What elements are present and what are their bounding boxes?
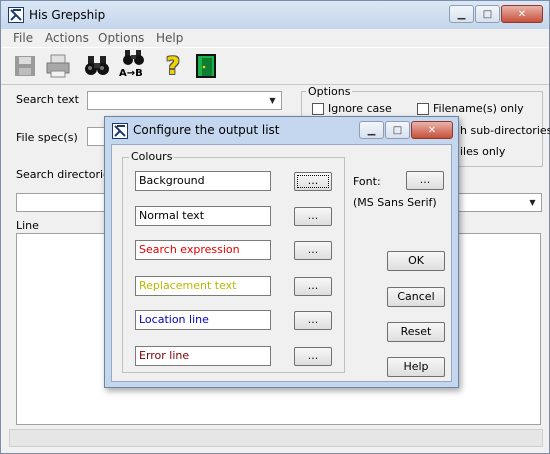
exit-icon <box>196 54 216 78</box>
font-label: Font: <box>353 175 381 188</box>
maximize-icon: □ <box>392 124 403 136</box>
help-icon: ? <box>166 52 180 80</box>
ok-button[interactable]: OK <box>387 251 445 271</box>
colour-swatch: Search expression <box>135 240 271 260</box>
menu-actions[interactable]: Actions <box>45 29 89 47</box>
options-group-title: Options <box>306 85 353 98</box>
colour-pick-button[interactable]: ... <box>294 347 332 366</box>
find-icon <box>85 56 109 75</box>
colour-swatch: Background <box>135 171 271 191</box>
search-text-label: Search text <box>16 93 79 106</box>
dialog-maximize-button[interactable]: □ <box>385 121 410 139</box>
menu-options[interactable]: Options <box>98 29 144 47</box>
save-icon <box>15 56 35 76</box>
menu-bar: File Actions Options Help <box>1 29 549 47</box>
files-only-label: iles only <box>460 145 506 158</box>
colour-swatch: Replacement text <box>135 276 271 296</box>
menu-help[interactable]: Help <box>156 29 183 47</box>
minimize-button[interactable]: ▁ <box>449 5 474 23</box>
dialog-title: Configure the output list <box>133 123 280 137</box>
font-select-button[interactable]: ... <box>406 171 444 190</box>
colour-pick-button[interactable]: ... <box>294 311 332 330</box>
save-button[interactable] <box>10 51 40 81</box>
filenames-only-label: Filename(s) only <box>433 102 524 115</box>
colour-pick-button[interactable]: ... <box>294 172 332 191</box>
reset-button[interactable]: Reset <box>387 322 445 342</box>
replace-button[interactable]: A→B <box>118 49 150 83</box>
help-button[interactable]: Help <box>387 357 445 377</box>
colour-swatch: Location line <box>135 310 271 330</box>
dialog-client-area: Colours Background... Normal text... Searc… <box>111 144 452 382</box>
exit-button[interactable] <box>191 51 221 81</box>
sub-directories-label: h sub-directories <box>460 124 550 137</box>
find-button[interactable] <box>82 51 112 81</box>
filenames-only-checkbox[interactable] <box>417 103 429 115</box>
minimize-icon: ▁ <box>457 8 466 20</box>
chevron-down-icon[interactable]: ▼ <box>265 93 280 108</box>
close-icon: ✕ <box>427 124 437 136</box>
dialog-close-button[interactable]: ✕ <box>411 121 453 139</box>
dialog-minimize-button[interactable]: ▁ <box>359 121 384 139</box>
ignore-case-label: Ignore case <box>328 102 392 115</box>
cancel-button[interactable]: Cancel <box>387 287 445 307</box>
configure-output-dialog: Configure the output list ▁ □ ✕ Colours … <box>104 116 459 388</box>
minimize-icon: ▁ <box>367 124 376 136</box>
file-spec-label: File spec(s) <box>16 131 78 144</box>
colours-group-title: Colours <box>129 150 175 163</box>
colour-pick-button[interactable]: ... <box>294 241 332 260</box>
replace-caption: A→B <box>119 68 143 79</box>
toolbar: A→B ? <box>1 47 549 85</box>
ignore-case-checkbox[interactable] <box>312 103 324 115</box>
app-icon <box>8 7 24 23</box>
line-label: Line <box>16 219 39 232</box>
search-text-combo[interactable]: ▼ <box>87 91 282 110</box>
chevron-down-icon[interactable]: ▼ <box>525 195 540 210</box>
print-button[interactable] <box>43 51 73 81</box>
menu-file[interactable]: File <box>13 29 33 47</box>
colour-pick-button[interactable]: ... <box>294 277 332 296</box>
close-icon: ✕ <box>517 8 527 20</box>
print-icon <box>46 54 70 78</box>
app-icon <box>112 123 128 139</box>
title-bar: His Grepship ▁ □ ✕ <box>1 1 549 29</box>
colour-pick-button[interactable]: ... <box>294 207 332 226</box>
window-title: His Grepship <box>29 8 106 22</box>
colour-swatch: Normal text <box>135 206 271 226</box>
horizontal-scrollbar[interactable] <box>9 429 543 447</box>
colour-swatch: Error line <box>135 346 271 366</box>
close-button[interactable]: ✕ <box>501 5 543 23</box>
maximize-button[interactable]: □ <box>475 5 500 23</box>
help-button[interactable]: ? <box>158 51 188 81</box>
replace-icon <box>123 50 144 65</box>
font-name: (MS Sans Serif) <box>353 196 437 209</box>
maximize-icon: □ <box>482 8 493 20</box>
